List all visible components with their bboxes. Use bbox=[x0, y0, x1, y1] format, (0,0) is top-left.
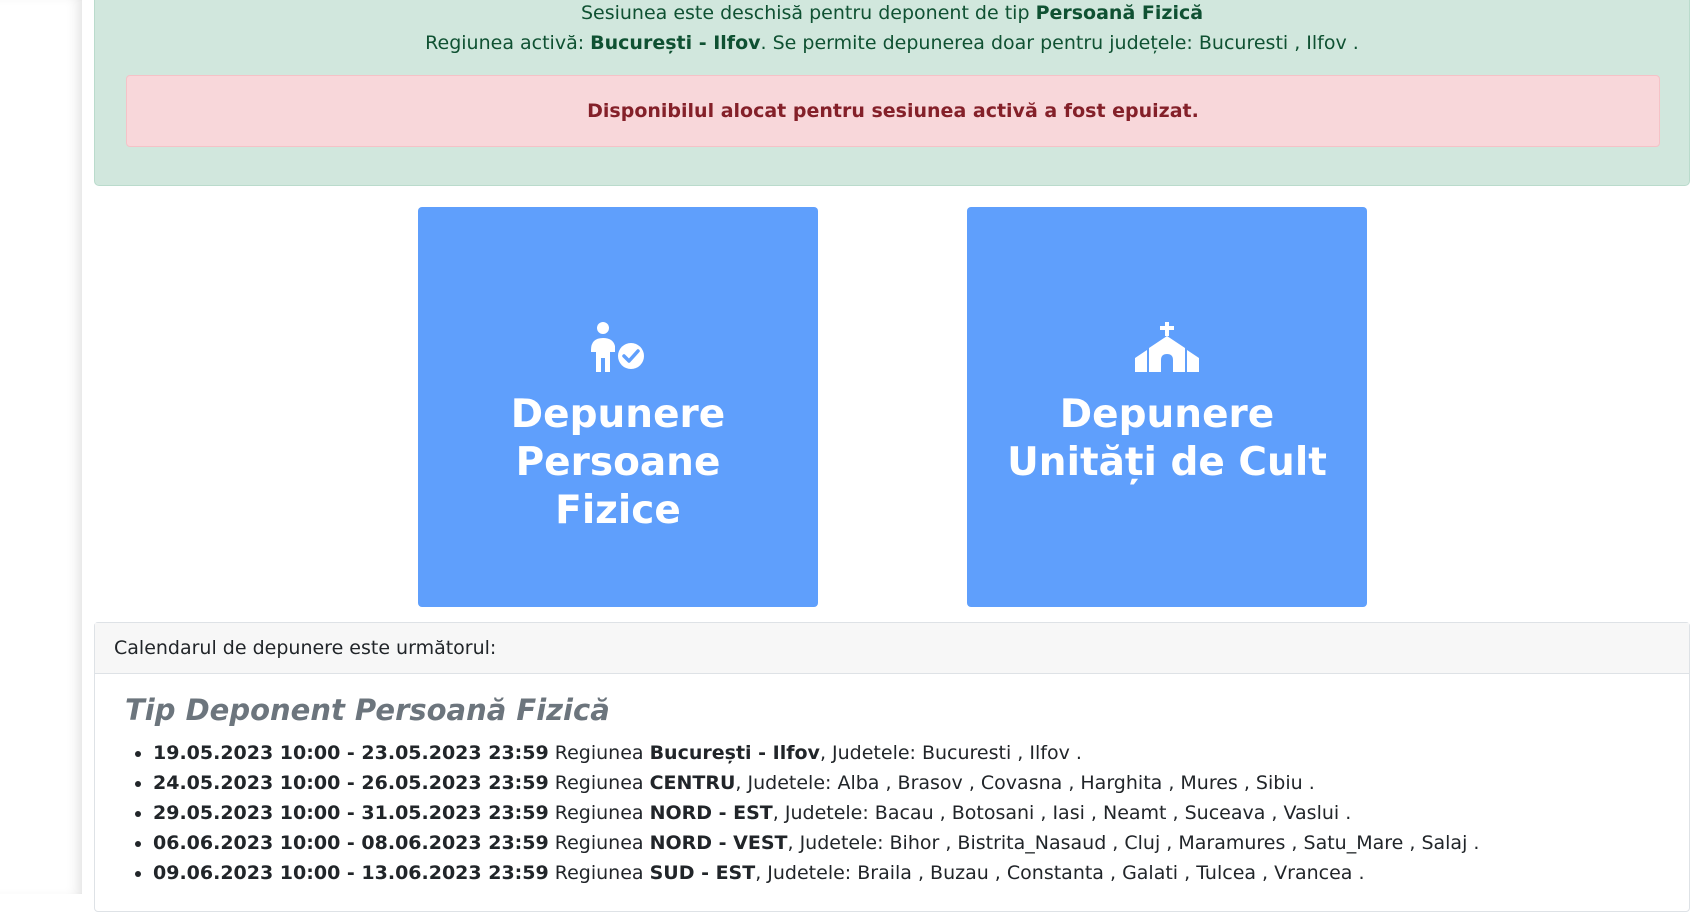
left-shadow-edge bbox=[0, 0, 82, 894]
schedule-period: 19.05.2023 10:00 - 23.05.2023 23:59 bbox=[153, 742, 549, 764]
schedule-region: București - Ilfov bbox=[649, 742, 820, 764]
depunere-persoane-fizice-button[interactable]: Depunere Persoane Fizice bbox=[418, 207, 818, 607]
tile-label-persoane-fizice: Depunere Persoane Fizice bbox=[510, 392, 726, 533]
schedule-region: NORD - EST bbox=[649, 802, 773, 824]
schedule-period: 24.05.2023 10:00 - 26.05.2023 23:59 bbox=[153, 772, 549, 794]
session-region-line: Regiunea activă: București - Ilfov. Se p… bbox=[95, 31, 1689, 55]
calendar-title: Tip Deponent Persoană Fizică bbox=[125, 693, 610, 727]
church-icon bbox=[1135, 322, 1199, 372]
schedule-period: 09.06.2023 10:00 - 13.06.2023 23:59 bbox=[153, 862, 549, 884]
schedule-period: 06.06.2023 10:00 - 08.06.2023 23:59 bbox=[153, 832, 549, 854]
schedule-counties: , Judetele: Bihor , Bistrita_Nasaud , Cl… bbox=[787, 832, 1480, 854]
allowed-counties: Bucuresti , Ilfov . bbox=[1198, 32, 1359, 54]
schedule-item: 09.06.2023 10:00 - 13.06.2023 23:59 Regi… bbox=[153, 858, 1479, 888]
schedule-region: NORD - VEST bbox=[649, 832, 788, 854]
alert-message: Disponibilul alocat pentru sesiunea acti… bbox=[587, 100, 1199, 122]
schedule-region-word: Regiunea bbox=[548, 862, 650, 884]
schedule-item: 19.05.2023 10:00 - 23.05.2023 23:59 Regi… bbox=[153, 738, 1479, 768]
schedule-region-word: Regiunea bbox=[548, 772, 650, 794]
calendar-header: Calendarul de depunere este următorul: bbox=[95, 623, 1689, 674]
schedule-counties: , Judetele: Bucuresti , Ilfov . bbox=[819, 742, 1082, 764]
schedule-region-word: Regiunea bbox=[548, 832, 650, 854]
schedule-region-word: Regiunea bbox=[548, 802, 650, 824]
schedule-region: CENTRU bbox=[649, 772, 736, 794]
session-deponent-line: Sesiunea este deschisă pentru deponent d… bbox=[95, 1, 1689, 25]
session-line2-prefix: Regiunea activă: bbox=[425, 32, 591, 54]
deponent-type: Persoană Fizică bbox=[1035, 2, 1204, 24]
tile-label-unitati-de-cult: Depunere Unități de Cult bbox=[1007, 392, 1327, 485]
person-check-icon bbox=[591, 322, 644, 372]
schedule-counties: , Judetele: Alba , Brasov , Covasna , Ha… bbox=[735, 772, 1315, 794]
schedule-counties: , Judetele: Braila , Buzau , Constanta ,… bbox=[755, 862, 1365, 884]
main-page: Sesiunea este deschisă pentru deponent d… bbox=[82, 0, 1707, 912]
schedule-counties: , Judetele: Bacau , Botosani , Iasi , Ne… bbox=[772, 802, 1352, 824]
calendar-card: Calendarul de depunere este următorul: T… bbox=[94, 622, 1690, 912]
schedule-item: 24.05.2023 10:00 - 26.05.2023 23:59 Regi… bbox=[153, 768, 1479, 798]
session-line2-middle: . Se permite depunerea doar pentru județ… bbox=[760, 32, 1199, 54]
schedule-region-word: Regiunea bbox=[548, 742, 650, 764]
active-region: București - Ilfov bbox=[590, 32, 761, 54]
depunere-unitati-de-cult-button[interactable]: Depunere Unități de Cult bbox=[967, 207, 1367, 607]
session-line1-prefix: Sesiunea este deschisă pentru deponent d… bbox=[580, 2, 1036, 24]
schedule-item: 06.06.2023 10:00 - 08.06.2023 23:59 Regi… bbox=[153, 828, 1479, 858]
schedule-item: 29.05.2023 10:00 - 31.05.2023 23:59 Regi… bbox=[153, 798, 1479, 828]
schedule-period: 29.05.2023 10:00 - 31.05.2023 23:59 bbox=[153, 802, 549, 824]
session-info-box: Sesiunea este deschisă pentru deponent d… bbox=[94, 0, 1690, 186]
funds-exhausted-alert: Disponibilul alocat pentru sesiunea acti… bbox=[126, 75, 1660, 147]
schedule-region: SUD - EST bbox=[649, 862, 756, 884]
schedule-list: 19.05.2023 10:00 - 23.05.2023 23:59 Regi… bbox=[125, 738, 1479, 888]
